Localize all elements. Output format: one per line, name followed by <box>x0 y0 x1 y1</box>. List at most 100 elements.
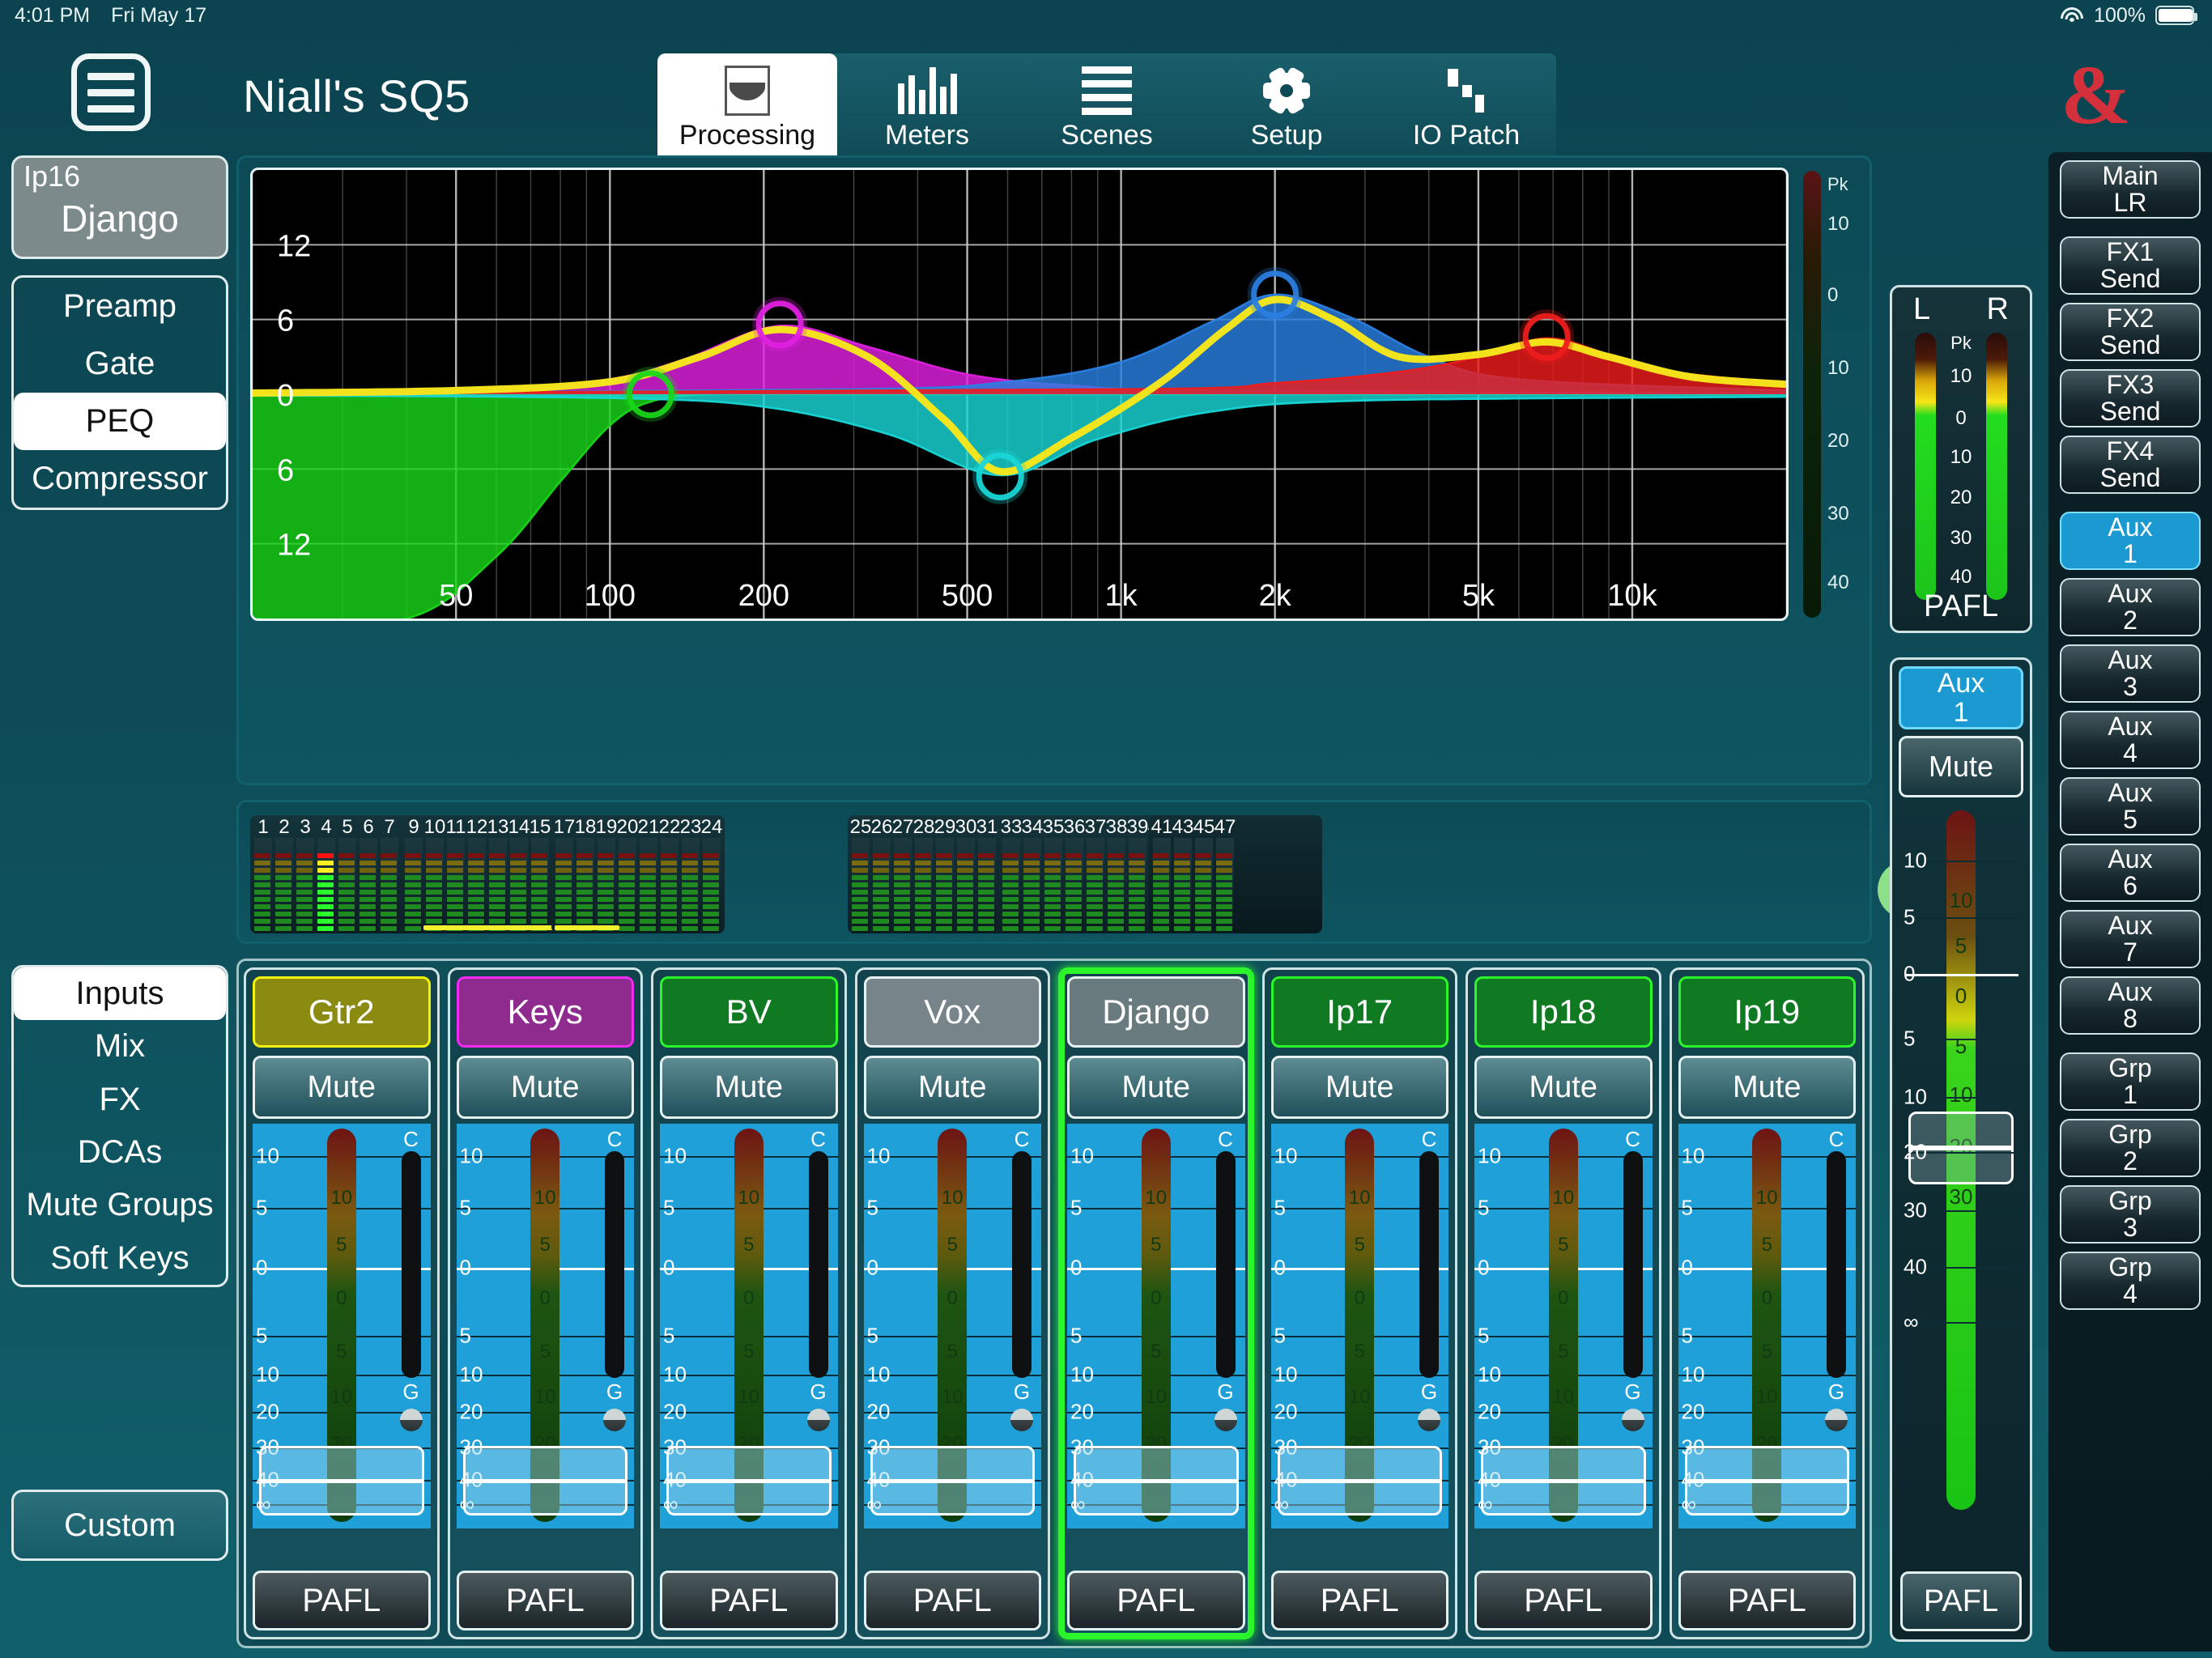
gain-knob[interactable] <box>400 1409 423 1431</box>
bank-item-soft-keys[interactable]: Soft Keys <box>14 1232 226 1285</box>
meter-bridge-group[interactable]: 3334353637383940 <box>998 815 1172 933</box>
meter-bridge-channel[interactable]: 35 <box>1043 815 1064 933</box>
pan-gain-column[interactable]: CG <box>1006 1124 1038 1528</box>
mix-button-aux-8[interactable]: Aux8 <box>2060 976 2201 1035</box>
channel-strip-name[interactable]: Ip17 <box>1271 976 1449 1048</box>
proc-item-peq[interactable]: PEQ <box>14 393 226 450</box>
channel-mute-button[interactable]: Mute <box>864 1056 1042 1119</box>
bank-item-mute-groups[interactable]: Mute Groups <box>14 1179 226 1231</box>
channel-pafl-button[interactable]: PAFL <box>1474 1571 1653 1630</box>
pan-track[interactable] <box>1419 1151 1439 1378</box>
mix-button-main-lr[interactable]: MainLR <box>2060 160 2201 219</box>
mix-button-aux-4[interactable]: Aux4 <box>2060 711 2201 769</box>
meter-bridge-group[interactable]: 12345678 <box>250 815 423 933</box>
channel-mute-button[interactable]: Mute <box>253 1056 431 1119</box>
meter-bridge-channel[interactable]: 27 <box>892 815 913 933</box>
channel-fader[interactable]: 1050510203040∞10505102030CG <box>864 1124 1042 1528</box>
gain-knob[interactable] <box>807 1409 830 1431</box>
channel-pafl-button[interactable]: PAFL <box>457 1571 635 1630</box>
pan-gain-column[interactable]: CG <box>1617 1124 1649 1528</box>
meter-bridge-channel[interactable]: 1 <box>253 815 274 933</box>
proc-item-compressor[interactable]: Compressor <box>14 450 226 508</box>
pan-track[interactable] <box>1623 1151 1643 1378</box>
channel-fader[interactable]: 1050510203040∞10505102030CG <box>457 1124 635 1528</box>
meter-bridge-channel[interactable]: 45 <box>1193 815 1214 933</box>
channel-mute-button[interactable]: Mute <box>660 1056 838 1119</box>
meter-bridge-channel[interactable]: 29 <box>934 815 955 933</box>
channel-strip-name[interactable]: Django <box>1067 976 1245 1048</box>
tab-setup[interactable]: Setup <box>1197 53 1376 163</box>
meter-bridge-channel[interactable]: 12 <box>466 815 487 933</box>
channel-mute-button[interactable]: Mute <box>1271 1056 1449 1119</box>
pan-track[interactable] <box>402 1151 421 1378</box>
meter-bridge-channel[interactable]: 3 <box>295 815 316 933</box>
meter-bridge-channel[interactable]: 17 <box>554 815 575 933</box>
channel-strip-name[interactable]: BV <box>660 976 838 1048</box>
channel-strip[interactable]: Ip19Mute1050510203040∞10505102030CGPAFL <box>1670 967 1865 1639</box>
meter-bridge-channel[interactable]: 31 <box>976 815 998 933</box>
mix-button-aux-6[interactable]: Aux6 <box>2060 844 2201 902</box>
tab-io-patch[interactable]: IO Patch <box>1376 53 1556 163</box>
gain-knob[interactable] <box>603 1409 626 1431</box>
proc-item-gate[interactable]: Gate <box>14 335 226 393</box>
tab-meters[interactable]: Meters <box>837 53 1017 163</box>
gain-knob[interactable] <box>1418 1409 1440 1431</box>
channel-fader[interactable]: 1050510203040∞10505102030CG <box>253 1124 431 1528</box>
channel-mute-button[interactable]: Mute <box>1067 1056 1245 1119</box>
channel-mute-button[interactable]: Mute <box>1474 1056 1653 1119</box>
meter-bridge-channel[interactable]: 43 <box>1172 815 1193 933</box>
pan-gain-column[interactable]: CG <box>802 1124 835 1528</box>
meter-bridge-channel[interactable]: 22 <box>659 815 680 933</box>
channel-strip-name[interactable]: Keys <box>457 976 635 1048</box>
aux-master-pafl-button[interactable]: PAFL <box>1900 1571 2022 1631</box>
channel-strip[interactable]: Keys Mute1050510203040∞10505102030CG PAFL <box>448 967 644 1639</box>
proc-item-preamp[interactable]: Preamp <box>14 278 226 335</box>
meter-bridge-channel[interactable]: 10 <box>424 815 445 933</box>
meter-bridge-channel[interactable]: 13 <box>487 815 508 933</box>
meter-bridge-channel[interactable]: 39 <box>1127 815 1148 933</box>
meter-bridge-channel[interactable]: 20 <box>617 815 638 933</box>
channel-strip[interactable]: Gtr2Mute1050510203040∞10505102030CGPAFL <box>244 967 440 1639</box>
meter-bridge-channel[interactable]: 2 <box>274 815 295 933</box>
meter-bridge-channel[interactable]: 24 <box>701 815 722 933</box>
channel-strip-name[interactable]: Ip18 <box>1474 976 1653 1048</box>
meter-bridge-channel[interactable]: 18 <box>575 815 596 933</box>
meter-bridge-channel[interactable]: 28 <box>913 815 934 933</box>
channel-pafl-button[interactable]: PAFL <box>864 1571 1042 1630</box>
meter-bridge-group[interactable]: 1718192021222324 <box>551 815 725 933</box>
gain-knob[interactable] <box>1010 1409 1033 1431</box>
bank-item-mix[interactable]: Mix <box>14 1020 226 1073</box>
pan-track[interactable] <box>809 1151 828 1378</box>
pan-gain-column[interactable]: CG <box>598 1124 631 1528</box>
meter-bridge-channel[interactable]: 4 <box>316 815 337 933</box>
pan-gain-column[interactable]: CG <box>1413 1124 1445 1528</box>
pan-track[interactable] <box>1012 1151 1032 1378</box>
mix-button-aux-1[interactable]: Aux1 <box>2060 512 2201 570</box>
mix-button-fx2-send[interactable]: FX2Send <box>2060 303 2201 361</box>
channel-strip[interactable]: BVMute1050510203040∞10505102030CGPAFL <box>651 967 847 1639</box>
menu-icon[interactable] <box>71 53 151 131</box>
channel-strip[interactable]: DjangoMute1050510203040∞10505102030CGPAF… <box>1058 967 1254 1639</box>
mix-button-fx4-send[interactable]: FX4Send <box>2060 436 2201 494</box>
mix-button-grp-3[interactable]: Grp3 <box>2060 1185 2201 1244</box>
channel-strip[interactable]: VoxMute1050510203040∞10505102030CGPAFL <box>855 967 1051 1639</box>
channel-strip[interactable]: Ip18Mute1050510203040∞10505102030CGPAFL <box>1465 967 1661 1639</box>
pan-gain-column[interactable]: CG <box>1210 1124 1242 1528</box>
selected-channel-card[interactable]: Ip16 Django <box>11 155 228 259</box>
pan-track[interactable] <box>605 1151 624 1378</box>
pan-track[interactable] <box>1827 1151 1846 1378</box>
mix-button-grp-2[interactable]: Grp2 <box>2060 1119 2201 1177</box>
pan-gain-column[interactable]: CG <box>1820 1124 1853 1528</box>
pan-gain-column[interactable]: CG <box>395 1124 428 1528</box>
channel-fader[interactable]: 1050510203040∞10505102030CG <box>1271 1124 1449 1528</box>
mix-button-aux-3[interactable]: Aux3 <box>2060 644 2201 703</box>
tab-scenes[interactable]: Scenes <box>1017 53 1197 163</box>
channel-mute-button[interactable]: Mute <box>1678 1056 1857 1119</box>
meter-bridge-channel[interactable]: 38 <box>1106 815 1127 933</box>
meter-bridge-channel[interactable]: 47 <box>1214 815 1236 933</box>
channel-mute-button[interactable]: Mute <box>457 1056 635 1119</box>
gain-knob[interactable] <box>1214 1409 1237 1431</box>
meter-bridge-channel[interactable]: 26 <box>871 815 892 933</box>
meter-bridge-channel[interactable]: 23 <box>680 815 701 933</box>
bank-item-inputs[interactable]: Inputs <box>14 967 226 1020</box>
